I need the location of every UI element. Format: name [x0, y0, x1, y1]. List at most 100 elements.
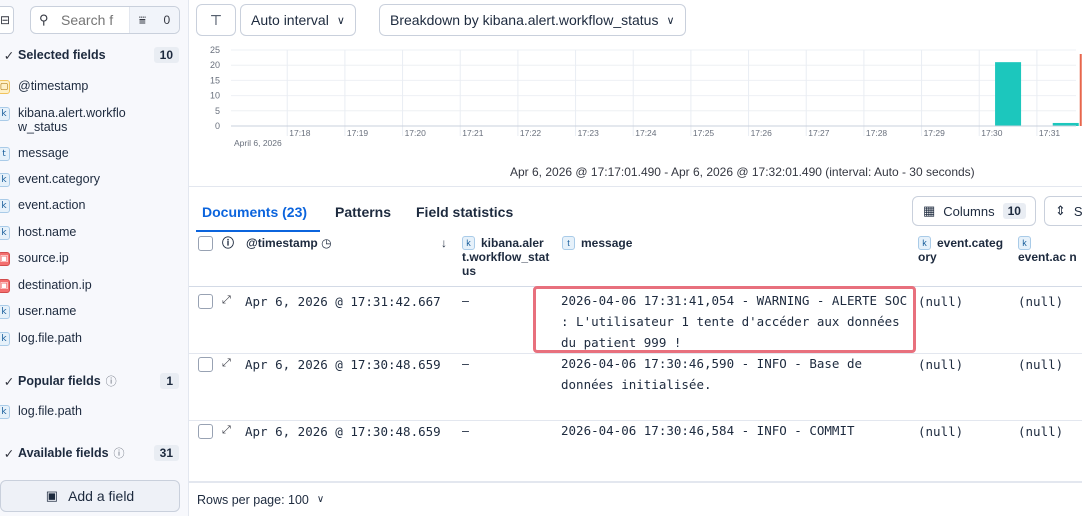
row-info-icon[interactable]: ⓘ — [222, 236, 234, 250]
keyword-type-icon: k — [462, 236, 475, 250]
add-field-icon: ▣ — [45, 488, 59, 503]
header-timestamp-label: @timestamp — [246, 236, 318, 250]
tab-field-statistics[interactable]: Field statistics — [416, 204, 513, 220]
field-name: host.name — [18, 225, 77, 239]
active-tab-indicator — [196, 230, 320, 232]
field-item[interactable]: t message — [0, 146, 189, 161]
sort-button[interactable]: ⇕ S — [1044, 196, 1082, 226]
header-timestamp[interactable]: @timestamp ◷ — [246, 236, 332, 250]
y-tick-label: 10 — [210, 91, 220, 101]
header-event-category[interactable]: k event.categ ory — [918, 236, 1012, 264]
x-tick-label: 17:23 — [578, 128, 600, 138]
header-workflow-label: kibana.aler t.workflow_stat us — [462, 236, 550, 278]
selected-fields-label: Selected fields — [18, 48, 106, 62]
keyword-type-icon: k — [0, 332, 10, 346]
columns-label: Columns — [943, 203, 995, 219]
cell-timestamp: Apr 6, 2026 @ 17:30:48.659 — [245, 424, 441, 439]
x-sublabel: April 6, 2026 — [234, 138, 282, 148]
expand-row-icon[interactable]: ⤢ — [222, 357, 231, 370]
expand-row-icon[interactable]: ⤢ — [222, 424, 231, 437]
x-tick-label: 17:31 — [1039, 128, 1061, 138]
y-tick-label: 0 — [215, 121, 220, 131]
cell-workflow-status: – — [462, 294, 469, 308]
histogram-svg: 25 20 15 10 5 0 17:18 17:19 17:20 17:21 17:22 17:23… — [210, 45, 1082, 148]
x-tick-label: 17:28 — [866, 128, 888, 138]
cell-event-action: (null) — [1018, 357, 1064, 372]
chevron-down-icon: ∨ — [666, 14, 675, 27]
field-item[interactable]: k user.name — [0, 304, 189, 319]
collapse-sidebar-icon[interactable]: ⊟ — [0, 6, 14, 34]
x-tick-label: 17:30 — [981, 128, 1003, 138]
sort-desc-icon[interactable]: ↓ — [441, 236, 447, 250]
columns-button[interactable]: ▦ Columns 10 — [912, 196, 1036, 226]
popular-fields-count: 1 — [160, 373, 179, 389]
field-item[interactable]: ▣ destination.ip — [0, 278, 189, 293]
keyword-type-icon: k — [0, 199, 10, 213]
cell-message: 2026-04-06 17:30:46,584 - INFO - COMMIT — [561, 423, 855, 438]
keyword-type-icon: k — [0, 107, 10, 121]
x-tick-label: 17:18 — [289, 128, 311, 138]
now-marker — [1079, 54, 1082, 126]
info-icon[interactable]: ⓘ — [106, 373, 117, 389]
field-item[interactable]: k event.action — [0, 198, 189, 213]
y-tick-label: 25 — [210, 45, 220, 55]
header-action-label: event.ac n — [1018, 250, 1077, 264]
field-item[interactable]: ▣ source.ip — [0, 251, 189, 266]
selected-fields-header[interactable]: ✓ Selected fields 10 — [0, 44, 189, 66]
field-item[interactable]: k kibana.alert.workflo w_status — [0, 106, 189, 134]
header-workflow-status[interactable]: k kibana.aler t.workflow_stat us — [462, 236, 552, 278]
x-tick-label: 17:24 — [635, 128, 657, 138]
field-item[interactable]: k log.file.path — [0, 404, 189, 419]
popular-fields-header[interactable]: ✓ Popular fields ⓘ 1 — [0, 370, 189, 392]
field-sidebar: ⊟ ⚲ ⩸ 0 ✓ Selected fields 10 ▢@timestamp… — [0, 0, 189, 516]
sort-icon: ⇕ — [1055, 203, 1066, 218]
add-field-button[interactable]: ▣ Add a field — [0, 480, 180, 512]
popular-fields-label: Popular fields — [18, 374, 101, 388]
select-all-checkbox[interactable] — [198, 236, 213, 251]
header-event-action[interactable]: kevent.ac n — [1018, 236, 1082, 264]
info-icon[interactable]: ⓘ — [114, 445, 125, 461]
y-tick-label: 20 — [210, 60, 220, 70]
cell-timestamp: Apr 6, 2026 @ 17:31:42.667 — [245, 294, 441, 309]
field-filter-button[interactable]: ⩸ 0 — [129, 7, 179, 33]
chevron-down-icon: ∨ — [336, 14, 345, 27]
field-search-input[interactable] — [61, 12, 117, 28]
field-name: destination.ip — [18, 278, 92, 292]
field-item[interactable]: k log.file.path — [0, 331, 189, 346]
table-footer: Rows per page: 100 ∨ — [189, 482, 1082, 516]
row-checkbox[interactable] — [198, 357, 213, 372]
rows-per-page-select[interactable]: Rows per page: 100 — [197, 493, 309, 507]
field-name: user.name — [18, 304, 77, 318]
tab-patterns[interactable]: Patterns — [335, 204, 391, 220]
selected-fields-count: 10 — [153, 47, 179, 63]
divider — [189, 186, 1082, 187]
header-message[interactable]: t message — [562, 236, 632, 250]
histogram-chart[interactable]: 25 20 15 10 5 0 17:18 17:19 17:20 17:21 17:22 17:23… — [196, 44, 1082, 184]
toggle-chart-button[interactable]: ⊤ — [196, 4, 236, 36]
keyword-type-icon: k — [918, 236, 931, 250]
breakdown-select[interactable]: Breakdown by kibana.alert.workflow_statu… — [379, 4, 686, 36]
columns-count: 10 — [1002, 203, 1026, 219]
keyword-type-icon: k — [1018, 236, 1031, 250]
cell-workflow-status: – — [462, 357, 469, 371]
row-checkbox[interactable] — [198, 424, 213, 439]
field-item[interactable]: k event.category — [0, 172, 189, 187]
interval-select[interactable]: Auto interval ∨ — [240, 4, 356, 36]
field-name: kibana.alert.workflo w_status — [18, 106, 126, 134]
search-icon: ⚲ — [39, 12, 49, 27]
tab-documents[interactable]: Documents (23) — [202, 204, 307, 220]
keyword-type-icon: k — [0, 305, 10, 319]
expand-row-icon[interactable]: ⤢ — [222, 294, 231, 307]
chart-toggle-icon: ⊤ — [209, 11, 223, 28]
chevron-down-icon[interactable]: ∨ — [317, 494, 324, 505]
x-tick-label: 17:29 — [924, 128, 946, 138]
field-name: message — [18, 146, 69, 160]
field-item[interactable]: ▢ @timestamp — [0, 79, 189, 94]
available-fields-header[interactable]: ✓ Available fields ⓘ 31 — [0, 442, 189, 464]
x-tick-label: 17:20 — [405, 128, 427, 138]
filter-icon: ⩸ — [138, 12, 147, 27]
x-tick-label: 17:19 — [347, 128, 369, 138]
row-checkbox[interactable] — [198, 294, 213, 309]
field-search[interactable]: ⚲ ⩸ 0 — [30, 6, 180, 34]
field-item[interactable]: k host.name — [0, 225, 189, 240]
